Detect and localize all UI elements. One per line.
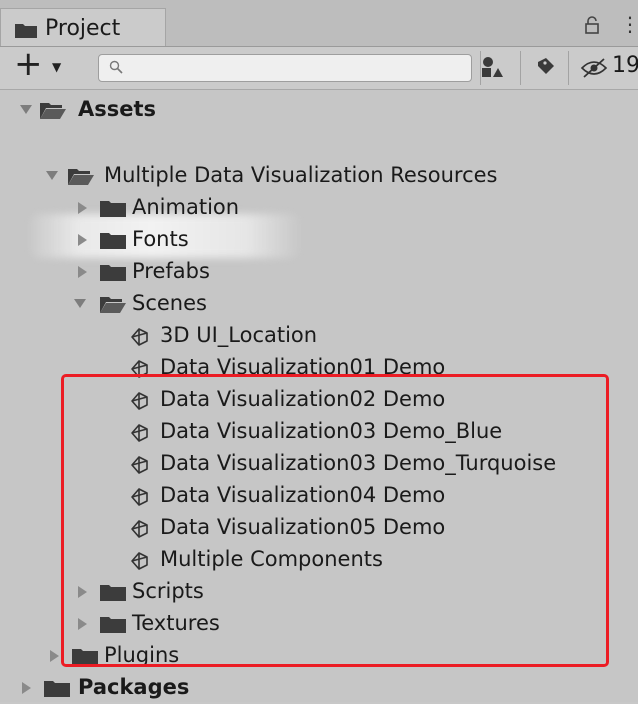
unity-scene-icon <box>131 488 148 506</box>
panel-tab-bar: Project ⋮ <box>0 0 638 47</box>
tree-item-label: Scripts <box>132 579 204 603</box>
folder-icon <box>72 649 98 665</box>
scene-item-label: Multiple Components <box>160 547 383 571</box>
tree-item-scripts[interactable]: Scripts <box>0 576 638 608</box>
search-field[interactable] <box>98 54 472 82</box>
unity-scene-icon <box>131 360 148 378</box>
scene-item-label: Data Visualization05 Demo <box>160 515 446 539</box>
tree-item-label: Packages <box>78 675 190 699</box>
tree-item-fonts[interactable]: Fonts <box>0 224 638 256</box>
scene-item-label: Data Visualization02 Demo <box>160 387 446 411</box>
search-input[interactable] <box>129 57 463 81</box>
unity-scene-icon <box>131 424 148 442</box>
unity-scene-icon <box>131 392 148 410</box>
eye-slash-icon <box>580 58 608 78</box>
collapsed-arrow-icon[interactable] <box>50 650 59 662</box>
tree-item-label: Multiple Data Visualization Resources <box>104 163 498 187</box>
toolbar-divider <box>520 51 521 85</box>
lock-icon[interactable] <box>584 16 600 34</box>
scene-item[interactable]: 3D UI_Location <box>0 320 638 352</box>
tree-item-animation[interactable]: Animation <box>0 192 638 224</box>
tree-item-label: Scenes <box>132 291 207 315</box>
unity-scene-icon <box>131 328 148 346</box>
search-by-type-icon[interactable] <box>470 54 514 82</box>
search-icon <box>109 60 123 74</box>
tree-item-prefabs[interactable]: Prefabs <box>0 256 638 288</box>
more-options-icon[interactable]: ⋮ <box>620 14 638 34</box>
expand-arrow-icon[interactable] <box>46 171 58 180</box>
tree-item-label: Fonts <box>132 227 189 251</box>
search-by-label-icon[interactable] <box>524 54 568 82</box>
tree-item-assets[interactable]: Assets <box>0 94 638 126</box>
tree-item-label: Plugins <box>104 643 180 667</box>
scene-item[interactable]: Data Visualization05 Demo <box>0 512 638 544</box>
expand-arrow-icon[interactable] <box>20 105 32 114</box>
tree-item-packages[interactable]: Packages <box>0 672 638 704</box>
scene-item[interactable]: Multiple Components <box>0 544 638 576</box>
tree-item-label: Textures <box>132 611 220 635</box>
scene-item[interactable]: Data Visualization04 Demo <box>0 480 638 512</box>
collapsed-arrow-icon[interactable] <box>78 586 87 598</box>
scene-item-label: Data Visualization01 Demo <box>160 355 446 379</box>
tree-item-scenes[interactable]: Scenes <box>0 288 638 320</box>
scene-item-label: 3D UI_Location <box>160 323 318 347</box>
collapsed-arrow-icon[interactable] <box>78 202 87 214</box>
open-folder-icon <box>100 297 126 313</box>
open-folder-icon <box>40 103 66 119</box>
chevron-down-icon: ▼ <box>52 60 62 74</box>
tree-item-label: Prefabs <box>132 259 210 283</box>
collapsed-arrow-icon[interactable] <box>78 234 87 246</box>
project-tree: Assets Multiple Data Visualization Resou… <box>0 90 638 702</box>
toolbar-divider <box>568 51 569 85</box>
project-toolbar: + ▼ 19 <box>0 47 638 90</box>
hidden-count-label: 19 <box>612 53 638 78</box>
folder-icon <box>15 24 37 38</box>
scene-item[interactable]: Data Visualization01 Demo <box>0 352 638 384</box>
tree-item-label: Assets <box>78 97 157 121</box>
folder-icon <box>100 617 126 633</box>
collapsed-arrow-icon[interactable] <box>78 266 87 278</box>
folder-icon <box>100 201 126 217</box>
folder-icon <box>100 265 126 281</box>
tree-item-label: Animation <box>132 195 240 219</box>
scene-item-label: Data Visualization03 Demo_Blue <box>160 419 503 443</box>
tree-item-plugins[interactable]: Plugins <box>0 640 638 672</box>
create-asset-button[interactable]: + ▼ <box>14 47 74 85</box>
folder-icon <box>100 233 126 249</box>
unity-scene-icon <box>131 552 148 570</box>
scene-item[interactable]: Data Visualization02 Demo <box>0 384 638 416</box>
scene-item-label: Data Visualization04 Demo <box>160 483 446 507</box>
tree-item-textures[interactable]: Textures <box>0 608 638 640</box>
expand-arrow-icon[interactable] <box>74 299 86 308</box>
unity-scene-icon <box>131 456 148 474</box>
folder-icon <box>100 585 126 601</box>
collapsed-arrow-icon[interactable] <box>22 682 31 694</box>
scene-item-label: Data Visualization03 Demo_Turquoise <box>160 451 557 475</box>
open-folder-icon <box>68 169 94 185</box>
scene-item[interactable]: Data Visualization03 Demo_Turquoise <box>0 448 638 480</box>
tab-title: Project <box>45 16 121 41</box>
unity-scene-icon <box>131 520 148 538</box>
collapsed-arrow-icon[interactable] <box>78 618 87 630</box>
folder-icon <box>44 681 70 697</box>
tree-item-multiple-data-visualization-resources[interactable]: Multiple Data Visualization Resources <box>0 160 638 192</box>
tab-project[interactable]: Project <box>0 8 166 46</box>
scene-item[interactable]: Data Visualization03 Demo_Blue <box>0 416 638 448</box>
